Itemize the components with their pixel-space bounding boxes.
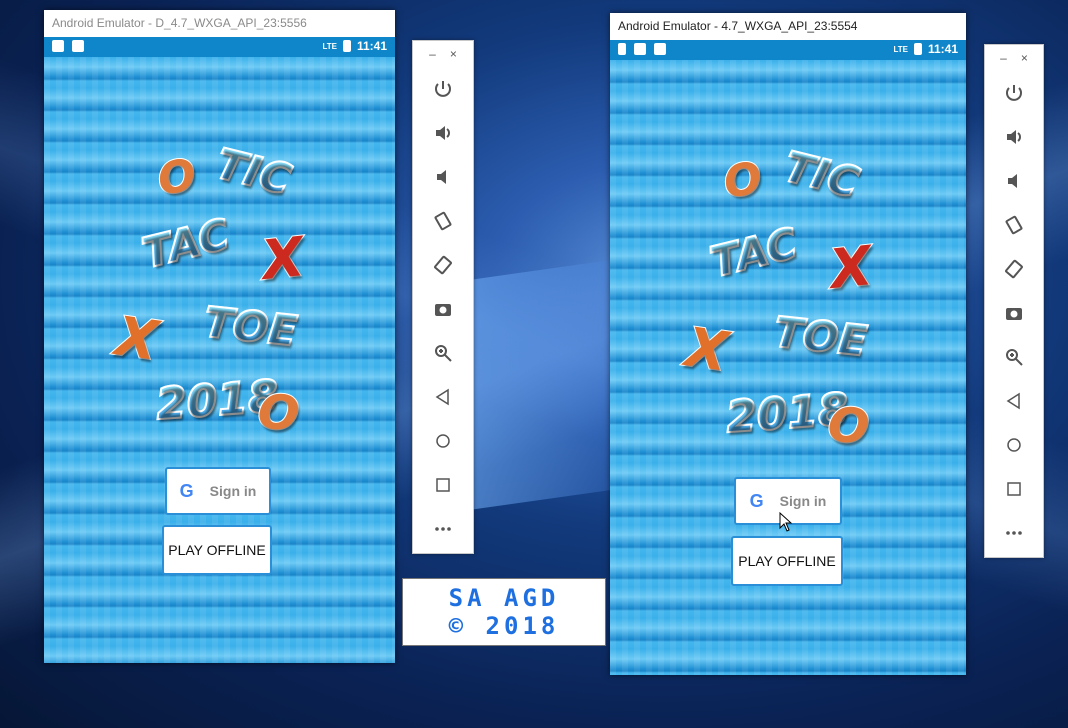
android-status-bar: LTE 11:41	[44, 37, 395, 57]
logo-x-red: X	[258, 224, 308, 293]
window-title[interactable]: Android Emulator - 4.7_WXGA_API_23:5554	[610, 13, 966, 40]
back-icon[interactable]	[413, 375, 473, 419]
logo-tic: TIC	[210, 138, 297, 206]
more-icon[interactable]	[985, 511, 1043, 555]
gallery-icon	[52, 40, 64, 52]
rotate-right-icon[interactable]	[413, 243, 473, 287]
rotate-right-icon[interactable]	[985, 247, 1043, 291]
credit-box: SA AGD © 2018	[402, 578, 606, 646]
emulator-toolbar-right: – ×	[984, 44, 1044, 558]
logo-tic: TIC	[778, 141, 865, 209]
rotate-left-icon[interactable]	[413, 199, 473, 243]
overview-icon[interactable]	[985, 467, 1043, 511]
camera-icon[interactable]	[413, 287, 473, 331]
clock: 11:41	[356, 39, 387, 53]
zoom-icon[interactable]	[413, 331, 473, 375]
sign-in-label: Sign in	[779, 493, 827, 509]
power-icon[interactable]	[985, 71, 1043, 115]
close-button[interactable]: ×	[1021, 51, 1028, 65]
credit-line-2: © 2018	[448, 612, 560, 640]
volume-up-icon[interactable]	[413, 111, 473, 155]
mouse-cursor-icon	[779, 512, 793, 532]
google-g-icon: G	[179, 480, 194, 501]
overview-icon[interactable]	[413, 463, 473, 507]
key-icon	[618, 43, 626, 55]
sign-in-label: Sign in	[209, 483, 257, 499]
android-icon	[72, 40, 84, 52]
windows-logo-glow	[470, 260, 610, 510]
play-offline-button[interactable]: PLAY OFFLINE	[162, 525, 272, 575]
app-screen: O TIC TAC X X TOE 2018 O G Sign in PLAY …	[44, 57, 395, 663]
logo-toe: TOE	[201, 296, 301, 356]
logo-x-orange: X	[681, 314, 733, 384]
minimize-button[interactable]: –	[429, 47, 436, 61]
camera-icon[interactable]	[985, 291, 1043, 335]
play-offline-label: PLAY OFFLINE	[168, 542, 266, 558]
battery-icon	[342, 40, 351, 52]
logo-o-bottom: O	[823, 394, 873, 457]
minimize-button[interactable]: –	[1000, 51, 1007, 65]
google-g-icon: G	[749, 490, 764, 511]
logo-x-orange: X	[111, 303, 163, 373]
clock: 11:41	[927, 42, 958, 56]
close-button[interactable]: ×	[450, 47, 457, 61]
home-icon[interactable]	[413, 419, 473, 463]
logo-toe: TOE	[771, 306, 871, 366]
volume-down-icon[interactable]	[413, 155, 473, 199]
android-status-bar: LTE 11:41	[610, 40, 966, 60]
logo-o-top: O	[720, 152, 766, 210]
power-icon[interactable]	[413, 67, 473, 111]
app-screen: O TIC TAC X X TOE 2018 O G Sign in PLAY …	[610, 60, 966, 675]
logo-o-bottom: O	[253, 381, 303, 444]
rotate-left-icon[interactable]	[985, 203, 1043, 247]
logo-tac: TAC	[704, 217, 803, 288]
play-offline-label: PLAY OFFLINE	[738, 553, 836, 569]
more-icon[interactable]	[413, 507, 473, 551]
credit-line-1: SA AGD	[448, 584, 560, 612]
android-icon	[654, 43, 666, 55]
zoom-icon[interactable]	[985, 335, 1043, 379]
back-icon[interactable]	[985, 379, 1043, 423]
emulator-window-right[interactable]: Android Emulator - 4.7_WXGA_API_23:5554 …	[610, 13, 966, 675]
volume-up-icon[interactable]	[985, 115, 1043, 159]
window-title[interactable]: Android Emulator - D_4.7_WXGA_API_23:555…	[44, 10, 395, 37]
logo-x-red: X	[826, 233, 876, 302]
home-icon[interactable]	[985, 423, 1043, 467]
google-sign-in-button[interactable]: G Sign in	[165, 467, 271, 515]
emulator-window-left[interactable]: Android Emulator - D_4.7_WXGA_API_23:555…	[44, 10, 395, 663]
play-offline-button[interactable]: PLAY OFFLINE	[731, 536, 843, 586]
emulator-toolbar-left: – ×	[412, 40, 474, 554]
logo-tac: TAC	[136, 208, 235, 279]
volume-down-icon[interactable]	[985, 159, 1043, 203]
lte-icon: LTE	[893, 44, 908, 54]
gallery-icon	[634, 43, 646, 55]
lte-icon: LTE	[322, 41, 337, 51]
battery-icon	[913, 43, 922, 55]
logo-o-top: O	[154, 149, 200, 207]
